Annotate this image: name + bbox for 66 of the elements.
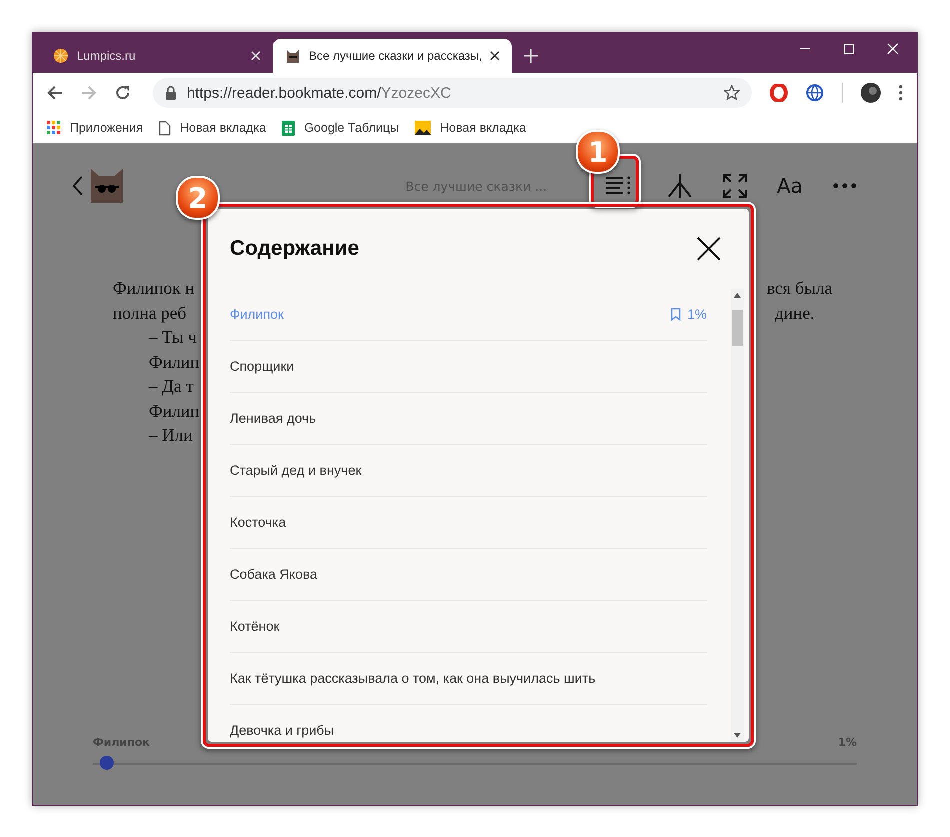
contents-item[interactable]: Как тётушка рассказывала о том, как она выучилась шить bbox=[230, 653, 707, 705]
back-icon[interactable] bbox=[73, 176, 83, 196]
cat-icon bbox=[285, 48, 301, 64]
contents-item[interactable]: Ленивая дочь bbox=[230, 393, 707, 445]
close-icon[interactable] bbox=[697, 237, 721, 261]
bookmark-item[interactable]: Google Таблицы bbox=[282, 120, 400, 136]
bookmark-icon bbox=[671, 308, 682, 321]
star-icon[interactable] bbox=[724, 85, 740, 101]
bookmark-item[interactable]: Новая вкладка bbox=[415, 121, 526, 135]
progress-thumb[interactable] bbox=[100, 756, 114, 770]
asterisk-icon[interactable] bbox=[667, 173, 694, 199]
book-text: Филипок н bbox=[113, 277, 196, 300]
new-tab-icon[interactable] bbox=[524, 49, 538, 63]
url-host: https://reader.bookmate.com/ bbox=[187, 84, 382, 102]
progress-percent: 1% bbox=[838, 736, 857, 749]
book-text: полна реб bbox=[113, 302, 188, 325]
avatar-icon[interactable] bbox=[861, 83, 881, 103]
book-text: Филип bbox=[148, 350, 201, 374]
book-text: – Да т bbox=[148, 375, 195, 398]
forward-icon bbox=[81, 85, 97, 101]
step-number-badge: 2 bbox=[176, 176, 220, 220]
contents-item[interactable]: Собака Якова bbox=[230, 549, 707, 601]
contents-item[interactable]: Косточка bbox=[230, 497, 707, 549]
panel-title: Содержание bbox=[230, 237, 360, 261]
more-icon[interactable] bbox=[833, 183, 857, 189]
chapter-label: Филипок bbox=[93, 736, 150, 749]
font-settings-button[interactable]: Aa bbox=[777, 174, 803, 198]
fruit-slice-icon bbox=[53, 48, 69, 64]
book-text: – Или bbox=[148, 424, 194, 447]
contents-item[interactable]: Старый дед и внучек bbox=[230, 445, 707, 497]
fullscreen-icon[interactable] bbox=[723, 174, 748, 198]
cat-logo-icon bbox=[91, 169, 123, 203]
back-icon[interactable] bbox=[47, 85, 63, 101]
image-icon bbox=[415, 121, 432, 135]
scroll-down-icon[interactable] bbox=[734, 733, 741, 738]
step-number-badge: 1 bbox=[576, 130, 620, 174]
book-text: вся была bbox=[767, 277, 834, 300]
url-path: YzozecXC bbox=[381, 84, 452, 102]
page-icon bbox=[159, 120, 172, 136]
book-text: Филип bbox=[148, 400, 201, 422]
contents-item[interactable]: Спорщики bbox=[230, 341, 707, 393]
scroll-up-icon[interactable] bbox=[734, 293, 741, 298]
lock-icon bbox=[165, 86, 177, 100]
reload-icon[interactable] bbox=[115, 85, 131, 101]
apps-icon bbox=[47, 121, 61, 135]
globe-icon[interactable] bbox=[806, 84, 824, 102]
browser-tab[interactable]: Все лучшие сказки и рассказы, bbox=[273, 39, 512, 73]
scrollbar-thumb[interactable] bbox=[732, 310, 743, 346]
bookmark-item[interactable]: Приложения bbox=[47, 121, 144, 135]
maximize-icon[interactable] bbox=[843, 43, 855, 55]
browser-tab[interactable]: Lumpics.ru bbox=[41, 39, 273, 73]
address-bar[interactable]: https://reader.bookmate.com/YzozecXC bbox=[153, 78, 752, 108]
book-text: – Ты ч bbox=[148, 326, 198, 349]
bookmark-item[interactable]: Новая вкладка bbox=[159, 120, 266, 136]
contents-item[interactable]: Девочка и грибы bbox=[230, 705, 707, 742]
chapter-percent: 1% bbox=[687, 307, 707, 322]
contents-icon[interactable] bbox=[605, 176, 632, 196]
book-text: дине. bbox=[774, 302, 816, 324]
tab-title: Все лучшие сказки и рассказы, bbox=[309, 49, 482, 63]
opera-icon[interactable] bbox=[770, 84, 788, 102]
scrollbar[interactable] bbox=[731, 289, 744, 742]
menu-icon[interactable] bbox=[899, 85, 903, 101]
spreadsheet-icon bbox=[282, 120, 296, 136]
tab-title: Lumpics.ru bbox=[77, 49, 137, 63]
close-icon[interactable] bbox=[490, 51, 500, 61]
contents-item[interactable]: Котёнок bbox=[230, 601, 707, 653]
